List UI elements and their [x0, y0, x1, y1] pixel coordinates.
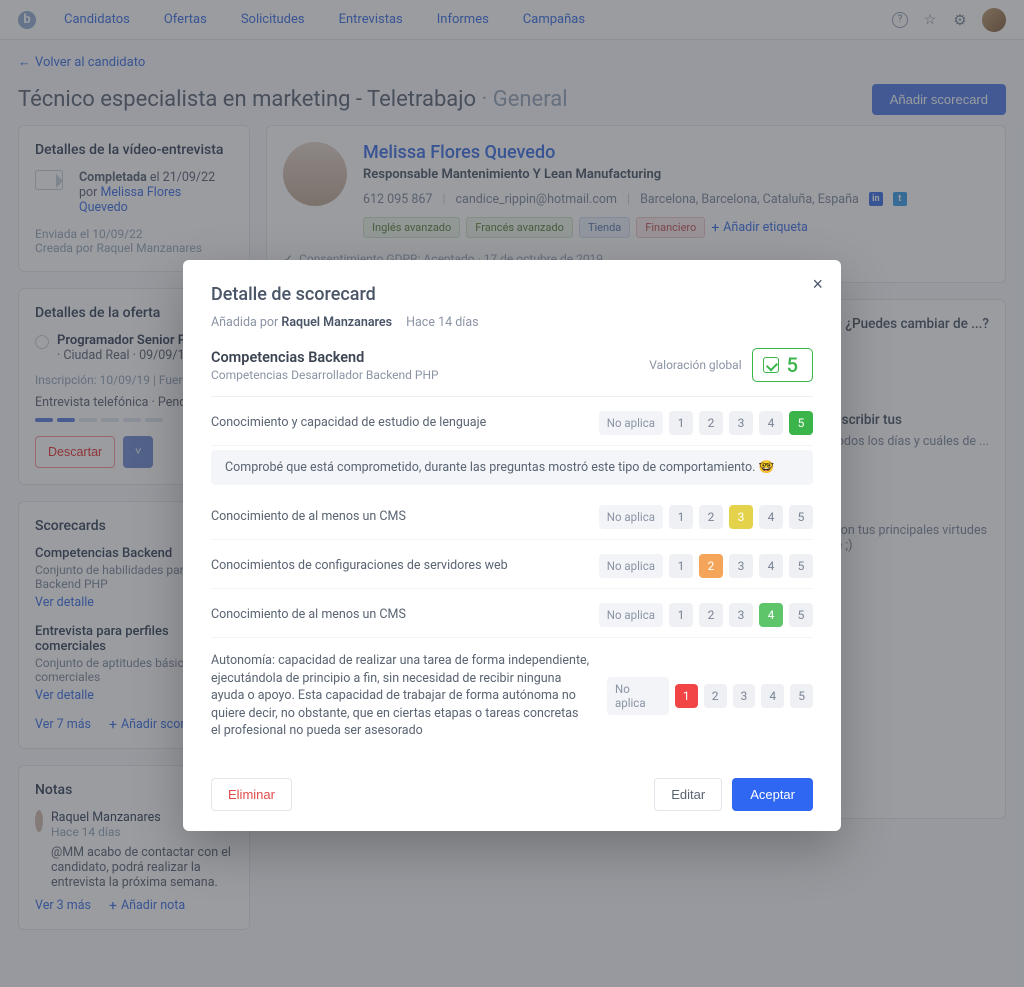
criterion-row: Conocimiento de al menos un CMS No aplica… [211, 491, 813, 540]
criterion-note: Comprobé que está comprometido, durante … [211, 450, 813, 485]
score-5[interactable]: 5 [789, 554, 813, 578]
global-score-box: 5 [752, 348, 813, 382]
score-4[interactable]: 4 [759, 554, 783, 578]
score-4[interactable]: 4 [761, 684, 784, 708]
delete-button[interactable]: Eliminar [211, 778, 292, 811]
score-2[interactable]: 2 [699, 603, 723, 627]
score-4[interactable]: 4 [759, 603, 783, 627]
criterion-label: Conocimientos de configuraciones de serv… [211, 557, 508, 575]
score-5[interactable]: 5 [789, 411, 813, 435]
global-score-label: Valoración global [649, 358, 741, 372]
na-chip[interactable]: No aplica [607, 677, 669, 715]
na-chip[interactable]: No aplica [599, 505, 663, 529]
global-score-value: 5 [787, 353, 798, 377]
score-1[interactable]: 1 [669, 603, 693, 627]
score-check-icon [763, 357, 779, 373]
criterion-row: Conocimiento de al menos un CMS No aplica… [211, 589, 813, 638]
score-2[interactable]: 2 [699, 505, 723, 529]
criterion-row: Conocimiento y capacidad de estudio de l… [211, 397, 813, 446]
na-chip[interactable]: No aplica [599, 603, 663, 627]
score-1[interactable]: 1 [675, 684, 698, 708]
score-5[interactable]: 5 [790, 684, 813, 708]
score-3[interactable]: 3 [729, 554, 753, 578]
score-1[interactable]: 1 [669, 554, 693, 578]
criterion-row: Autonomía: capacidad de realizar una tar… [211, 638, 813, 750]
modal-category-title: Competencias Backend [211, 349, 439, 366]
score-3[interactable]: 3 [729, 411, 753, 435]
modal-when: Hace 14 días [406, 315, 479, 330]
modal-title: Detalle de scorecard [211, 284, 813, 305]
criterion-label: Conocimiento y capacidad de estudio de l… [211, 414, 486, 432]
score-3[interactable]: 3 [729, 505, 753, 529]
score-2[interactable]: 2 [704, 684, 727, 708]
score-3[interactable]: 3 [729, 603, 753, 627]
modal-author: Raquel Manzanares [281, 315, 392, 330]
score-5[interactable]: 5 [789, 505, 813, 529]
modal-overlay[interactable]: × Detalle de scorecard Añadida por Raque… [0, 0, 1024, 987]
score-4[interactable]: 4 [759, 505, 783, 529]
score-5[interactable]: 5 [789, 603, 813, 627]
na-chip[interactable]: No aplica [599, 554, 663, 578]
edit-button[interactable]: Editar [654, 778, 722, 811]
criterion-row: Conocimientos de configuraciones de serv… [211, 540, 813, 589]
score-2[interactable]: 2 [699, 554, 723, 578]
modal-category-desc: Competencias Desarrollador Backend PHP [211, 368, 439, 382]
criterion-label: Conocimiento de al menos un CMS [211, 606, 406, 624]
accept-button[interactable]: Aceptar [732, 778, 813, 811]
score-3[interactable]: 3 [733, 684, 756, 708]
score-1[interactable]: 1 [669, 505, 693, 529]
close-icon[interactable]: × [812, 274, 823, 295]
score-1[interactable]: 1 [669, 411, 693, 435]
scorecard-modal: × Detalle de scorecard Añadida por Raque… [183, 260, 841, 831]
score-4[interactable]: 4 [759, 411, 783, 435]
criterion-label: Autonomía: capacidad de realizar una tar… [211, 652, 591, 740]
na-chip[interactable]: No aplica [599, 411, 663, 435]
criterion-label: Conocimiento de al menos un CMS [211, 508, 406, 526]
score-2[interactable]: 2 [699, 411, 723, 435]
